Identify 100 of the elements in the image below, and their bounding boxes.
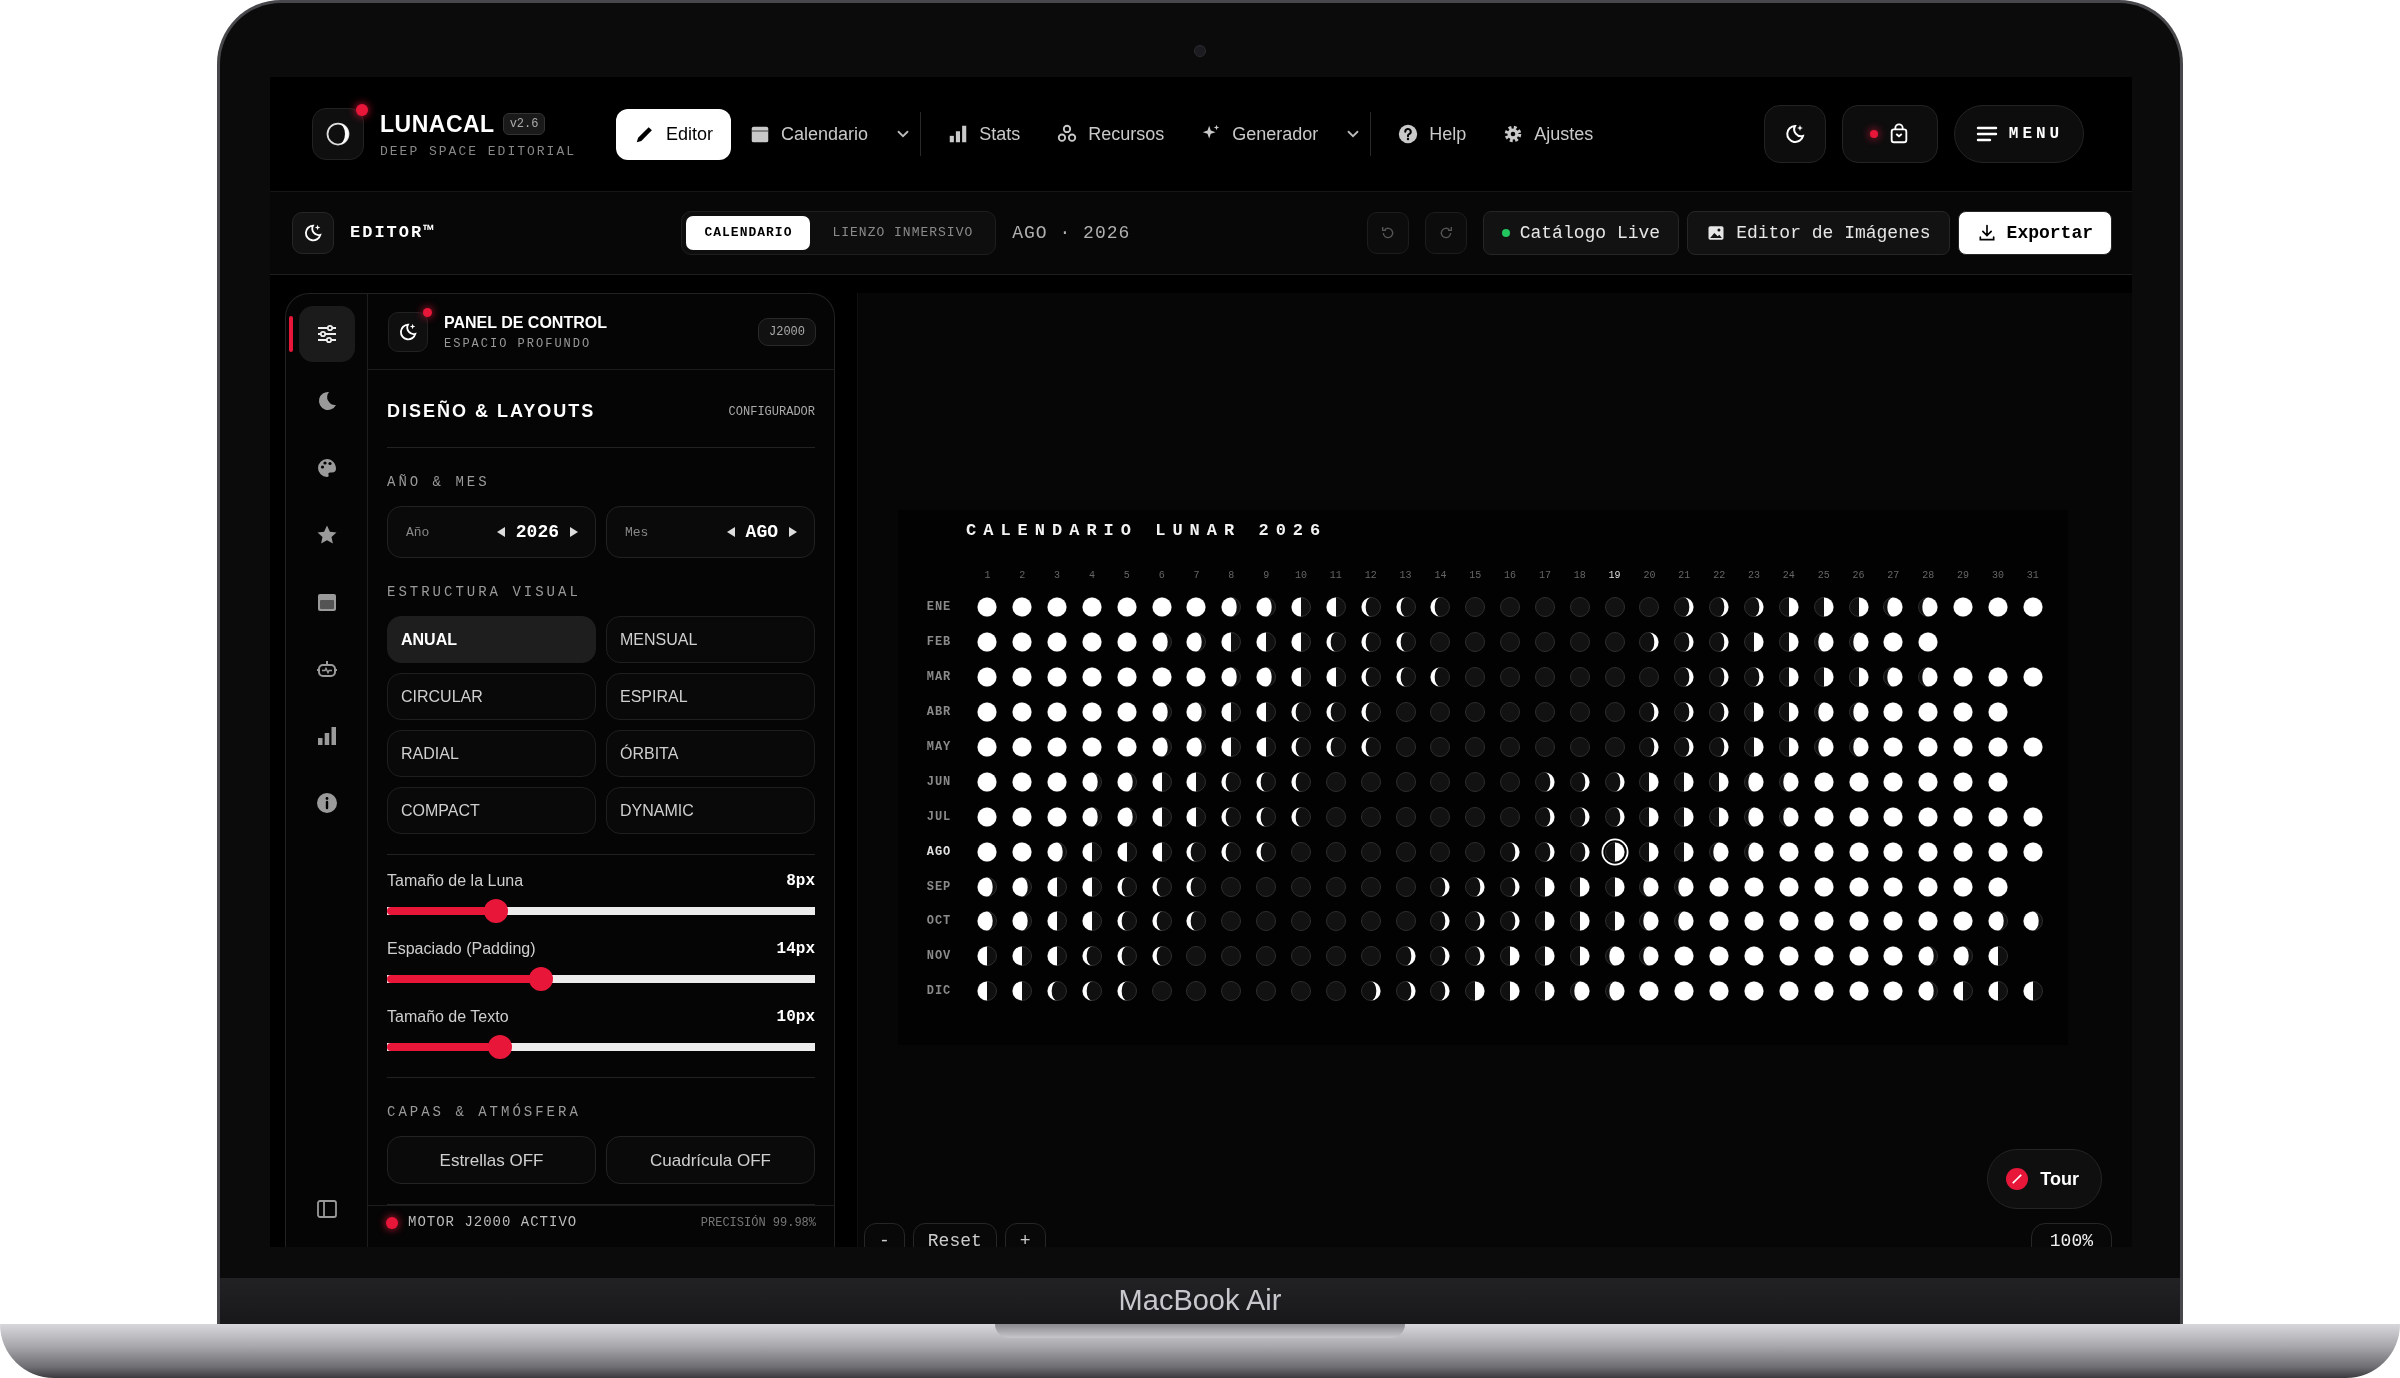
zoom-out-button[interactable]: -: [864, 1223, 905, 1247]
active-indicator: [288, 316, 293, 352]
nodes-icon: [1056, 123, 1079, 145]
slider-value: 8px: [786, 871, 815, 893]
view-tab[interactable]: LIENZO INMERSIVO: [814, 216, 992, 250]
slider-thumb[interactable]: [529, 967, 554, 992]
slider-value: 10px: [776, 1007, 815, 1029]
layout-option[interactable]: RADIAL: [387, 730, 596, 778]
moon-icon: [1783, 122, 1807, 146]
bag-icon: [1888, 123, 1910, 145]
reset-button[interactable]: Reset: [912, 1223, 997, 1247]
stepper-field[interactable]: Mes AGO: [606, 506, 815, 559]
period-label: AGO · 2026: [1012, 221, 1131, 245]
slider-label: Espaciado (Padding): [387, 939, 536, 960]
day-number: 11: [1328, 568, 1343, 583]
layout-option[interactable]: DYNAMIC: [606, 787, 815, 835]
layout-option[interactable]: CIRCULAR: [387, 673, 596, 721]
panel-icon: [314, 1197, 339, 1221]
day-number: 2: [1018, 568, 1027, 583]
toggle-button[interactable]: Cuadrícula OFF: [606, 1136, 815, 1185]
nav-tab[interactable]: Ajustes: [1484, 108, 1612, 160]
day-number: 14: [1433, 568, 1448, 583]
slider-thumb[interactable]: [484, 899, 509, 924]
day-number: 29: [1956, 568, 1971, 583]
version-badge: v2.6: [502, 113, 546, 136]
stepper-label: Mes: [625, 523, 649, 542]
nav-tab[interactable]: Stats: [929, 108, 1039, 160]
catalog-button[interactable]: Catálogo Live: [1482, 211, 1680, 255]
export-button[interactable]: Exportar: [1957, 211, 2112, 255]
day-number: 9: [1262, 568, 1271, 583]
day-number: 25: [1816, 568, 1831, 583]
zoom-in-button[interactable]: +: [1004, 1223, 1046, 1247]
slider-label: Tamaño de la Luna: [387, 871, 524, 892]
help-icon: [1397, 123, 1420, 145]
group-label: CAPAS & ATMÓSFERA: [387, 1102, 582, 1123]
day-number: 17: [1537, 568, 1552, 583]
month-label: JUL: [925, 808, 953, 826]
nav-tab[interactable]: Editor: [616, 108, 732, 160]
day-number: 8: [1227, 568, 1236, 583]
notification-dot: [1870, 130, 1878, 138]
day-number: 30: [1990, 568, 2005, 583]
day-number: 15: [1468, 568, 1483, 583]
nav-tab[interactable]: Recursos: [1038, 108, 1183, 160]
month-label: JUN: [925, 773, 953, 791]
day-number: 24: [1781, 568, 1796, 583]
day-number: 6: [1157, 568, 1166, 583]
day-number: 28: [1921, 568, 1936, 583]
image-icon: [1706, 223, 1727, 243]
editor-title: EDITOR™: [350, 222, 436, 245]
nav-tab[interactable]: Generador: [1182, 108, 1337, 160]
day-number: 18: [1572, 568, 1587, 583]
stepper-value: 2026: [515, 520, 559, 544]
theme-button[interactable]: [1764, 105, 1826, 163]
panel-title: PANEL DE CONTROL: [444, 312, 607, 333]
nav-tab[interactable]: Calendario: [731, 108, 887, 160]
day-number: 26: [1851, 568, 1866, 583]
panel-subtitle: ESPACIO PROFUNDO: [444, 335, 593, 353]
month-label: DIC: [925, 983, 953, 1001]
section-link[interactable]: CONFIGURADOR: [728, 402, 815, 421]
day-number: 13: [1398, 568, 1413, 583]
month-label: ENE: [925, 599, 953, 617]
day-number: 19: [1607, 568, 1622, 583]
cart-button[interactable]: [1842, 105, 1938, 163]
triangle-right-icon: [569, 526, 579, 539]
day-number: 22: [1712, 568, 1727, 583]
layout-option[interactable]: COMPACT: [387, 787, 596, 835]
menu-button[interactable]: MENU: [1954, 105, 2084, 163]
nav-tab[interactable]: Help: [1379, 108, 1485, 160]
status-dot: [1501, 229, 1510, 237]
layout-option[interactable]: MENSUAL: [606, 616, 815, 664]
day-number: 10: [1294, 568, 1308, 583]
month-label: NOV: [925, 948, 953, 966]
layout-option[interactable]: ANUAL: [387, 616, 596, 664]
triangle-left-icon: [495, 526, 506, 539]
triangle-left-icon: [725, 526, 736, 539]
day-number: 16: [1503, 568, 1518, 583]
day-number: 3: [1053, 568, 1062, 583]
compass-icon: [2006, 1168, 2029, 1190]
month-label: AGO: [925, 843, 953, 861]
status-label: MOTOR J2000 ACTIVO: [408, 1213, 578, 1233]
camera-dot: [1194, 45, 1206, 57]
stepper-field[interactable]: Año 2026: [387, 506, 596, 559]
slider-thumb[interactable]: [488, 1035, 513, 1060]
triangle-right-icon: [788, 526, 798, 539]
epoch-badge: J2000: [758, 317, 816, 346]
group-label: AÑO & MES: [387, 473, 491, 493]
info-icon: [314, 791, 339, 815]
day-number: 20: [1642, 568, 1657, 583]
tour-button[interactable]: Tour: [1987, 1149, 2102, 1209]
toggle-button[interactable]: Estrellas OFF: [387, 1136, 596, 1185]
month-label: SEP: [925, 878, 953, 896]
layout-option[interactable]: ÓRBITA: [606, 730, 815, 778]
device-label: MacBook Air: [1118, 1283, 1282, 1319]
day-number: 1: [983, 568, 992, 583]
calendar-title: CALENDARIO LUNAR 2026: [966, 520, 1329, 542]
layout-option[interactable]: ESPIRAL: [606, 673, 815, 721]
zoom-level: 100%: [2030, 1223, 2112, 1247]
view-tab[interactable]: CALENDARIO: [686, 216, 811, 250]
image-editor-button[interactable]: Editor de Imágenes: [1687, 211, 1950, 255]
precision-label: PRECISIÓN 99.98%: [700, 1214, 816, 1232]
